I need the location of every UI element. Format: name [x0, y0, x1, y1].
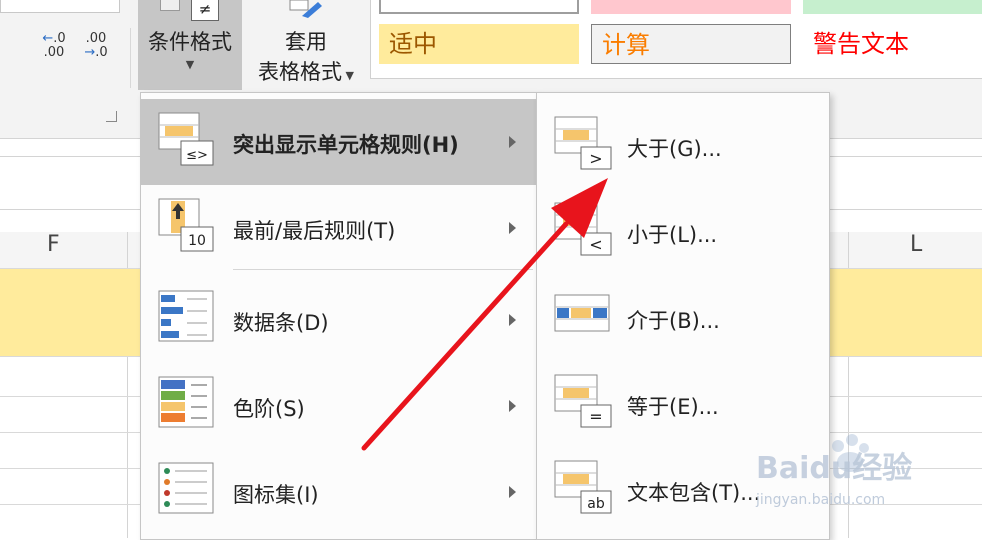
- decrease-decimal-button[interactable]: .00 →.0: [78, 32, 114, 68]
- menu-item-label: 色阶(S): [233, 397, 305, 421]
- cell-styles-gallery: 适中 计算 警告文本: [370, 0, 982, 79]
- icon-sets-icon: [158, 462, 214, 514]
- baidu-watermark: Baidu经验 jingyan.baidu.com: [755, 434, 912, 508]
- menu-item-highlight-rules[interactable]: ≤> 突出显示单元格规则(H): [141, 99, 537, 185]
- submenu-item-less-than[interactable]: < 小于(L)...: [537, 189, 829, 275]
- svg-text:<: <: [589, 235, 602, 254]
- conditional-format-label: 条件格式: [148, 30, 232, 54]
- style-warning-text[interactable]: 警告文本: [803, 24, 982, 64]
- text-contains-icon: ab: [554, 460, 612, 514]
- chevron-right-icon: [509, 222, 516, 234]
- format-table-label-1: 套用: [285, 30, 327, 54]
- menu-item-label: 图标集(I): [233, 483, 319, 507]
- svg-text:ab: ab: [587, 496, 605, 512]
- data-bars-icon: [158, 290, 214, 342]
- equal-to-icon: =: [554, 374, 612, 428]
- ribbon-input-box[interactable]: [0, 0, 120, 13]
- submenu-item-between[interactable]: 介于(B)...: [537, 275, 829, 361]
- submenu-item-label: 等于(E)...: [627, 395, 719, 419]
- submenu-item-label: 文本包含(T)...: [627, 481, 761, 505]
- right-arrow-icon: →: [84, 45, 96, 60]
- format-table-brush-icon: [289, 0, 322, 18]
- highlight-rules-icon: ≤>: [158, 112, 214, 166]
- menu-separator: [233, 269, 533, 270]
- watermark-url: jingyan.baidu.com: [755, 492, 885, 508]
- chevron-right-icon: [509, 314, 516, 326]
- menu-item-label: 数据条(D): [233, 311, 329, 335]
- conditional-format-menu: ≤> 突出显示单元格规则(H) 10 最前/最后规则(T) 数据条(D) 色阶(…: [140, 92, 538, 540]
- not-equal-icon: ≠: [191, 0, 219, 21]
- column-header-l[interactable]: L: [910, 232, 922, 257]
- submenu-item-label: 大于(G)...: [627, 137, 722, 161]
- less-than-icon: <: [554, 202, 612, 256]
- conditional-format-button[interactable]: ≠ 条件格式 ▼: [138, 0, 242, 90]
- color-scales-icon: [158, 376, 214, 428]
- watermark-brand: Baidu经验: [756, 451, 912, 486]
- chevron-right-icon: [509, 136, 516, 148]
- style-normal[interactable]: [379, 0, 579, 14]
- left-arrow-icon: ←: [42, 31, 54, 46]
- format-table-label-2: 表格格式 ▼: [258, 60, 354, 84]
- style-calculation[interactable]: 计算: [591, 24, 791, 64]
- style-neutral[interactable]: 适中: [379, 24, 579, 64]
- menu-item-label: 最前/最后规则(T): [233, 219, 396, 243]
- submenu-item-greater-than[interactable]: > 大于(G)...: [537, 103, 829, 189]
- chevron-down-icon: ▼: [342, 69, 354, 82]
- menu-item-top-bottom-rules[interactable]: 10 最前/最后规则(T): [141, 185, 537, 271]
- menu-item-label: 突出显示单元格规则(H): [233, 133, 459, 157]
- table-icon: [160, 0, 180, 11]
- chevron-right-icon: [509, 486, 516, 498]
- svg-text:=: =: [589, 407, 602, 426]
- svg-text:10: 10: [188, 233, 206, 249]
- svg-text:>: >: [589, 149, 602, 168]
- menu-item-data-bars[interactable]: 数据条(D): [141, 277, 537, 363]
- submenu-item-label: 小于(L)...: [627, 223, 718, 247]
- submenu-item-label: 介于(B)...: [627, 309, 720, 333]
- menu-item-icon-sets[interactable]: 图标集(I): [141, 449, 537, 535]
- column-header-f[interactable]: F: [47, 232, 60, 257]
- increase-decimal-button[interactable]: ←.0 .00: [36, 32, 72, 68]
- style-good[interactable]: [803, 0, 982, 14]
- svg-text:≤>: ≤>: [186, 148, 208, 163]
- chevron-right-icon: [509, 400, 516, 412]
- top-bottom-rules-icon: 10: [158, 198, 214, 252]
- between-icon: [554, 294, 610, 332]
- menu-item-color-scales[interactable]: 色阶(S): [141, 363, 537, 449]
- style-bad[interactable]: [591, 0, 791, 14]
- dialog-launcher-icon[interactable]: [106, 111, 117, 122]
- greater-than-icon: >: [554, 116, 612, 170]
- chevron-down-icon: ▼: [185, 58, 195, 71]
- format-as-table-button[interactable]: 套用 表格格式 ▼: [246, 0, 366, 90]
- ribbon-separator: [130, 28, 131, 88]
